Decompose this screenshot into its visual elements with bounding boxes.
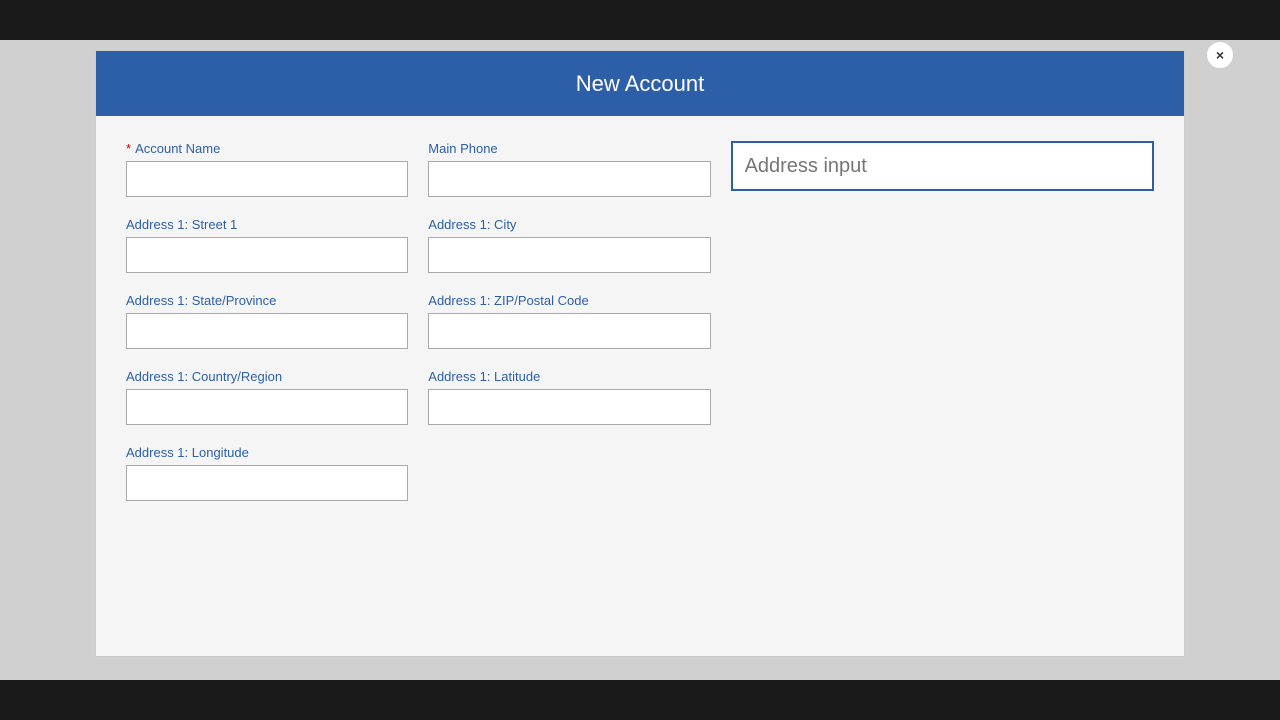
required-star: * — [126, 141, 131, 156]
zip-col: Address 1: ZIP/Postal Code — [428, 293, 710, 349]
longitude-row: Address 1: Longitude — [126, 445, 1154, 501]
zip-input[interactable] — [428, 313, 710, 349]
longitude-input[interactable] — [126, 465, 408, 501]
modal-body: *Account Name Main Phone Address 1: Stre — [96, 116, 1184, 656]
country-lat-row: Address 1: Country/Region Address 1: Lat… — [126, 369, 1154, 425]
street1-input[interactable] — [126, 237, 408, 273]
main-phone-label: Main Phone — [428, 141, 710, 156]
main-phone-input[interactable] — [428, 161, 710, 197]
city-input[interactable] — [428, 237, 710, 273]
address-input-col — [731, 141, 1154, 191]
latitude-input[interactable] — [428, 389, 710, 425]
modal-dialog: New Account × *Account Name Main Phone — [95, 50, 1185, 657]
country-col: Address 1: Country/Region — [126, 369, 408, 425]
modal-header: New Account × — [96, 51, 1184, 116]
modal-wrapper: New Account × *Account Name Main Phone — [0, 40, 1280, 680]
state-input[interactable] — [126, 313, 408, 349]
street-city-row: Address 1: Street 1 Address 1: City — [126, 217, 1154, 273]
address-input[interactable] — [731, 141, 1154, 191]
state-col: Address 1: State/Province — [126, 293, 408, 349]
state-label: Address 1: State/Province — [126, 293, 408, 308]
account-name-col: *Account Name — [126, 141, 408, 197]
account-name-label: *Account Name — [126, 141, 408, 156]
close-button[interactable]: × — [1206, 41, 1234, 69]
street1-col: Address 1: Street 1 — [126, 217, 408, 273]
country-label: Address 1: Country/Region — [126, 369, 408, 384]
latitude-col: Address 1: Latitude — [428, 369, 710, 425]
modal-title: New Account — [576, 71, 704, 97]
state-zip-row: Address 1: State/Province Address 1: ZIP… — [126, 293, 1154, 349]
zip-label: Address 1: ZIP/Postal Code — [428, 293, 710, 308]
account-name-input[interactable] — [126, 161, 408, 197]
street1-label: Address 1: Street 1 — [126, 217, 408, 232]
country-input[interactable] — [126, 389, 408, 425]
longitude-col: Address 1: Longitude — [126, 445, 408, 501]
main-phone-col: Main Phone — [428, 141, 710, 197]
city-col: Address 1: City — [428, 217, 710, 273]
top-form-row: *Account Name Main Phone — [126, 141, 1154, 197]
latitude-label: Address 1: Latitude — [428, 369, 710, 384]
city-label: Address 1: City — [428, 217, 710, 232]
longitude-label: Address 1: Longitude — [126, 445, 408, 460]
bottom-bar — [0, 680, 1280, 720]
top-bar — [0, 0, 1280, 40]
